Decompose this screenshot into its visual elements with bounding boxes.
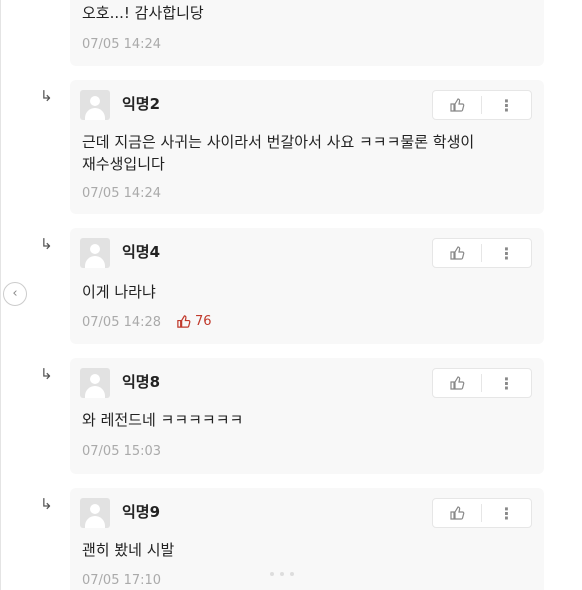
reply-arrow-icon: ↳: [40, 495, 53, 513]
comment-text: 와 레전드네 ㅋㅋㅋㅋㅋㅋ: [82, 411, 244, 429]
reply-card: 익명4 ⋮ 이게 나라냐 07/05 14:28 76: [70, 228, 544, 344]
comment-text: 이게 나라냐: [82, 283, 156, 301]
comment-actions: ⋮: [432, 368, 532, 398]
author-name: 익명9: [122, 503, 161, 521]
reply-card: 익명2 ⋮ 근데 지금은 사귀는 사이라서 번갈아서 사요 ㅋㅋㅋ물론 학생이 …: [70, 80, 544, 214]
reply-arrow-icon: ↳: [40, 365, 53, 383]
avatar: [80, 498, 110, 528]
carousel-indicator: [270, 572, 294, 576]
author-name: 익명8: [122, 373, 161, 391]
avatar: [80, 368, 110, 398]
reply-arrow-icon: ↳: [40, 87, 53, 105]
thumbs-up-icon: [177, 315, 191, 328]
comment-actions: ⋮: [432, 238, 532, 268]
reply-card: 익명8 ⋮ 와 레전드네 ㅋㅋㅋㅋㅋㅋ 07/05 15:03: [70, 358, 544, 474]
author-name: 익명2: [122, 95, 161, 113]
more-vertical-icon[interactable]: ⋮: [482, 369, 531, 397]
like-count-value: 76: [195, 314, 212, 329]
comment-card: 오호...! 감사합니당 07/05 14:24: [70, 0, 544, 66]
reply-arrow-icon: ↳: [40, 235, 53, 253]
more-vertical-icon[interactable]: ⋮: [482, 91, 531, 119]
comment-actions: ⋮: [432, 90, 532, 120]
thumbs-up-icon[interactable]: [433, 369, 481, 397]
comment-time: 07/05 14:24: [82, 37, 162, 52]
author-name: 익명4: [122, 243, 161, 261]
more-vertical-icon[interactable]: ⋮: [482, 499, 531, 527]
comment-time: 07/05 15:03: [82, 444, 162, 459]
comment-time: 07/05 17:10: [82, 573, 162, 588]
reply-card: 익명9 ⋮ 괜히 봤네 시발 07/05 17:10: [70, 488, 544, 590]
like-count: 76: [176, 314, 212, 329]
avatar: [80, 238, 110, 268]
thumbs-up-icon[interactable]: [433, 91, 481, 119]
comment-actions: ⋮: [432, 498, 532, 528]
more-vertical-icon[interactable]: ⋮: [482, 239, 531, 267]
comment-text: 괜히 봤네 시발: [82, 541, 175, 559]
avatar: [80, 90, 110, 120]
comment-text-line-1: 근데 지금은 사귀는 사이라서 번갈아서 사요 ㅋㅋㅋ물론 학생이: [82, 133, 475, 151]
comment-text-line-2: 재수생입니다: [82, 155, 165, 173]
comment-time: 07/05 14:28: [82, 315, 162, 330]
comment-text: 오호...! 감사합니당: [82, 4, 204, 22]
comment-time: 07/05 14:24: [82, 186, 162, 201]
left-edge-divider: [0, 0, 1, 590]
thumbs-up-icon[interactable]: [433, 239, 481, 267]
chevron-left-icon[interactable]: ‹: [3, 282, 27, 306]
thumbs-up-icon[interactable]: [433, 499, 481, 527]
